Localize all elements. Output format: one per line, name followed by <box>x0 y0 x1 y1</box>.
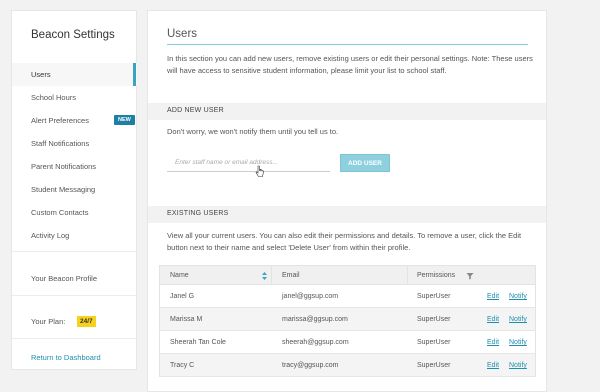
existing-users-description: View all your current users. You can als… <box>167 231 522 252</box>
column-divider <box>407 266 408 284</box>
user-permissions: SuperUser <box>417 293 451 300</box>
add-user-button[interactable]: ADD USER <box>340 154 390 172</box>
title-rule <box>167 44 528 45</box>
sidebar-item-alert-preferences[interactable]: Alert Preferences <box>31 115 89 127</box>
user-permissions: SuperUser <box>417 339 451 346</box>
sidebar-active-accent <box>133 63 136 86</box>
user-permissions: SuperUser <box>417 362 451 369</box>
sidebar-divider <box>12 338 137 339</box>
user-email: marissa@ggsup.com <box>282 316 348 323</box>
column-header-email[interactable]: Email <box>282 272 300 279</box>
page-title: Users <box>167 28 198 40</box>
add-user-section-header: ADD NEW USER <box>148 103 546 120</box>
sidebar-item-users[interactable]: Users <box>31 69 51 81</box>
user-email: sheerah@ggsup.com <box>282 339 349 346</box>
sidebar-item-staff-notifications[interactable]: Staff Notifications <box>31 138 89 150</box>
table-row: Marissa M marissa@ggsup.com SuperUser Ed… <box>159 308 536 331</box>
cursor-pointer-icon <box>255 165 264 177</box>
sidebar-divider <box>12 251 137 252</box>
staff-search-input[interactable] <box>167 154 330 172</box>
sidebar-divider <box>12 295 137 296</box>
column-header-permissions[interactable]: Permissions <box>417 272 455 279</box>
user-name: Marissa M <box>170 316 203 323</box>
existing-users-section-header: EXISTING USERS <box>148 206 546 223</box>
notify-user-link[interactable]: Notify <box>509 362 527 369</box>
sidebar-item-your-beacon-profile[interactable]: Your Beacon Profile <box>31 273 97 285</box>
add-user-heading: ADD NEW USER <box>167 107 224 114</box>
edit-user-link[interactable]: Edit <box>487 362 499 369</box>
user-email: tracy@ggsup.com <box>282 362 339 369</box>
users-table: Name Email Permissions Janel G janel@ggs… <box>159 265 536 377</box>
sidebar-item-custom-contacts[interactable]: Custom Contacts <box>31 207 89 219</box>
intro-text: In this section you can add new users, r… <box>167 54 533 75</box>
notify-user-link[interactable]: Notify <box>509 316 527 323</box>
table-row: Janel G janel@ggsup.com SuperUser Edit N… <box>159 285 536 308</box>
existing-users-heading: EXISTING USERS <box>167 210 229 217</box>
user-name: Janel G <box>170 293 195 300</box>
user-name: Tracy C <box>170 362 195 369</box>
user-name: Sheerah Tan Cole <box>170 339 226 346</box>
users-panel: Users In this section you can add new us… <box>147 10 547 392</box>
settings-sidebar: Beacon Settings Users School Hours Alert… <box>11 10 137 370</box>
plan-label: Your Plan: <box>31 317 66 326</box>
notify-user-link[interactable]: Notify <box>509 339 527 346</box>
sidebar-title: Beacon Settings <box>31 29 115 41</box>
column-divider <box>271 266 272 284</box>
sidebar-item-activity-log[interactable]: Activity Log <box>31 230 69 242</box>
table-header: Name Email Permissions <box>159 265 536 285</box>
edit-user-link[interactable]: Edit <box>487 339 499 346</box>
user-permissions: SuperUser <box>417 316 451 323</box>
edit-user-link[interactable]: Edit <box>487 293 499 300</box>
sort-icon[interactable] <box>261 271 268 281</box>
edit-user-link[interactable]: Edit <box>487 316 499 323</box>
table-row: Sheerah Tan Cole sheerah@ggsup.com Super… <box>159 331 536 354</box>
new-badge: NEW <box>114 115 135 125</box>
sidebar-item-student-messaging[interactable]: Student Messaging <box>31 184 95 196</box>
user-email: janel@ggsup.com <box>282 293 339 300</box>
sidebar-item-parent-notifications[interactable]: Parent Notifications <box>31 161 96 173</box>
notify-user-link[interactable]: Notify <box>509 293 527 300</box>
add-user-note: Don't worry, we won't notify them until … <box>167 127 339 136</box>
plan-badge: 24/7 <box>77 316 96 327</box>
return-to-dashboard-link[interactable]: Return to Dashboard <box>31 352 101 364</box>
table-row: Tracy C tracy@ggsup.com SuperUser Edit N… <box>159 354 536 377</box>
column-header-name[interactable]: Name <box>170 272 189 279</box>
filter-icon[interactable] <box>466 272 474 280</box>
sidebar-item-school-hours[interactable]: School Hours <box>31 92 76 104</box>
